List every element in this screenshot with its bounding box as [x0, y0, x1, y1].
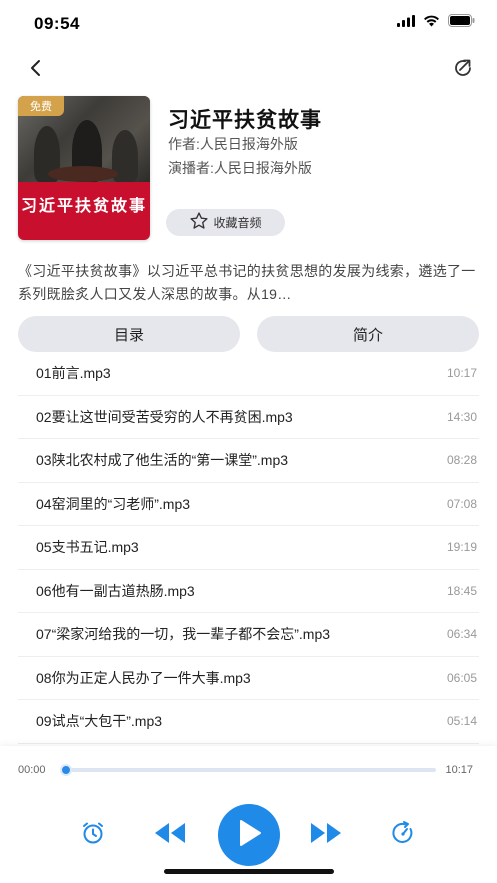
- share-icon: [451, 56, 475, 85]
- track-name: 09试点“大包干”.mp3: [36, 713, 163, 730]
- play-icon: [236, 819, 262, 852]
- tab-catalog[interactable]: 目录: [18, 316, 240, 352]
- back-button[interactable]: [22, 56, 50, 84]
- fast-forward-icon: [309, 821, 343, 850]
- star-outline-icon: [189, 211, 209, 234]
- book-title: 习近平扶贫故事: [168, 109, 322, 132]
- track-duration: 08:28: [446, 453, 477, 468]
- status-icons: [397, 14, 475, 32]
- track-row[interactable]: 06他有一副古道热肠.mp3 18:45: [18, 570, 479, 613]
- track-row[interactable]: 05支书五记.mp3 19:19: [18, 526, 479, 570]
- track-duration: 14:30: [446, 409, 477, 424]
- previous-button[interactable]: [152, 818, 188, 852]
- track-name: 05支书五记.mp3: [36, 539, 139, 556]
- play-button[interactable]: [218, 804, 280, 866]
- book-narrator: 演播者:人民日报海外版: [168, 160, 312, 176]
- total-time: 10:17: [445, 764, 473, 776]
- status-bar: 09:54: [0, 0, 497, 46]
- audio-player: 00:00 10:17: [0, 746, 497, 883]
- book-description[interactable]: 《习近平扶贫故事》以习近平总书记的扶贫思想的发展为线索，遴选了一系列既脍炙人口又…: [18, 260, 480, 306]
- alarm-clock-icon: [80, 820, 106, 851]
- speed-button[interactable]: [388, 820, 418, 850]
- track-row[interactable]: 02要让这世间受苦受穷的人不再贫困.mp3 14:30: [18, 396, 479, 439]
- cover-title: 习近平扶贫故事: [20, 196, 147, 215]
- progress-slider[interactable]: [60, 764, 436, 776]
- track-row[interactable]: 01前言.mp3 10:17: [18, 352, 479, 396]
- free-badge: 免费: [18, 96, 64, 116]
- next-button[interactable]: [308, 818, 344, 852]
- rewind-icon: [153, 821, 187, 850]
- track-duration: 18:45: [446, 583, 477, 598]
- book-author: 作者:人民日报海外版: [168, 136, 298, 152]
- track-row[interactable]: 03陕北农村成了他生活的“第一课堂”.mp3 08:28: [18, 439, 479, 483]
- track-duration: 19:19: [446, 540, 477, 555]
- status-time: 09:54: [34, 14, 80, 33]
- home-indicator: [164, 869, 334, 874]
- signal-icon: [397, 14, 415, 32]
- track-duration: 06:34: [446, 627, 477, 642]
- track-name: 06他有一副古道热肠.mp3: [36, 582, 195, 599]
- track-name: 07“梁家河给我的一切，我一辈子都不会忘”.mp3: [36, 626, 331, 643]
- favorite-button[interactable]: 收藏音频: [166, 209, 285, 236]
- track-duration: 05:14: [446, 714, 477, 729]
- chevron-left-icon: [29, 59, 43, 82]
- track-row[interactable]: 07“梁家河给我的一切，我一辈子都不会忘”.mp3 06:34: [18, 613, 479, 657]
- track-name: 03陕北农村成了他生活的“第一课堂”.mp3: [36, 452, 289, 469]
- tabs: 目录 简介: [18, 316, 479, 352]
- track-row[interactable]: 09试点“大包干”.mp3 05:14: [18, 700, 479, 744]
- track-row[interactable]: 04窑洞里的“习老师”.mp3 07:08: [18, 483, 479, 526]
- speed-icon: [390, 820, 416, 851]
- track-duration: 07:08: [446, 496, 477, 511]
- track-duration: 10:17: [446, 366, 477, 381]
- track-name: 02要让这世间受苦受穷的人不再贫困.mp3: [36, 408, 293, 425]
- book-cover: 免费 习近平扶贫故事: [18, 96, 150, 240]
- battery-icon: [448, 14, 475, 32]
- tab-intro[interactable]: 简介: [257, 316, 479, 352]
- progress-handle[interactable]: [60, 764, 72, 776]
- track-list[interactable]: 01前言.mp3 10:17 02要让这世间受苦受穷的人不再贫困.mp3 14:30…: [18, 352, 479, 746]
- favorite-label: 收藏音频: [213, 216, 262, 230]
- current-time: 00:00: [18, 764, 46, 776]
- share-button[interactable]: [449, 56, 477, 84]
- track-duration: 06:05: [446, 670, 477, 685]
- track-name: 01前言.mp3: [36, 365, 111, 382]
- track-name: 08你为正定人民办了一件大事.mp3: [36, 669, 251, 686]
- nav-bar: [0, 52, 497, 88]
- wifi-icon: [423, 14, 440, 32]
- timer-button[interactable]: [78, 820, 108, 850]
- track-name: 04窑洞里的“习老师”.mp3: [36, 495, 191, 512]
- track-row[interactable]: 08你为正定人民办了一件大事.mp3 06:05: [18, 657, 479, 700]
